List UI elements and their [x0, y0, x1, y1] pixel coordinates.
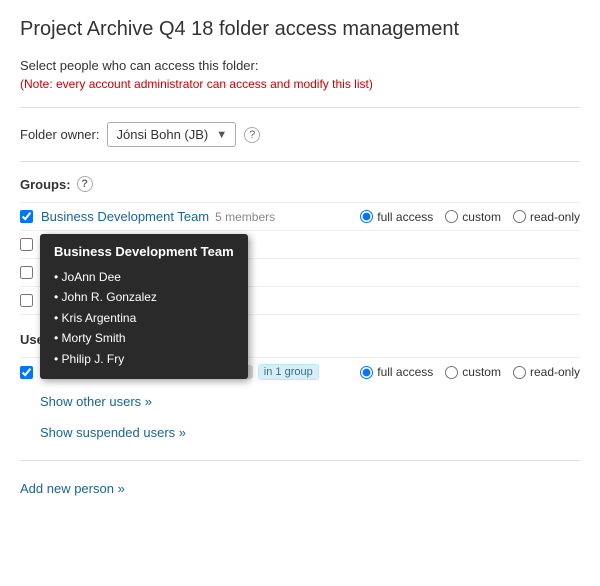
radio-readonly-business-development[interactable]: read-only	[513, 210, 580, 224]
group-member-count-business-development: 5 members	[215, 210, 275, 224]
folder-owner-value: Jónsi Bohn (JB)	[116, 127, 208, 142]
radio-readonly-aksel[interactable]: read-only	[513, 365, 580, 379]
folder-owner-select[interactable]: Jónsi Bohn (JB) ▼	[107, 122, 236, 147]
add-new-person-link[interactable]: Add new person »	[20, 481, 125, 496]
groups-label: Groups:	[20, 177, 71, 192]
group-checkbox-finance[interactable]	[20, 238, 33, 251]
group-checkbox-management[interactable]	[20, 294, 33, 307]
groups-help-icon[interactable]: ?	[77, 176, 93, 192]
tooltip-title: Business Development Team	[54, 244, 234, 259]
group-name-business-development[interactable]: Business Development Team	[41, 209, 209, 224]
tooltip-business-development: Business Development Team JoAnn Dee John…	[40, 234, 248, 379]
user-badge-group: in 1 group	[258, 364, 319, 380]
access-options-business-development: full access custom read-only	[360, 210, 580, 224]
description-text: Select people who can access this folder…	[20, 58, 580, 73]
tooltip-member-3: Kris Argentina	[54, 308, 234, 328]
dropdown-arrow-icon: ▼	[216, 129, 227, 141]
note-text: (Note: every account administrator can a…	[20, 77, 580, 91]
show-suspended-users-link[interactable]: Show suspended users »	[20, 417, 580, 448]
page-title: Project Archive Q4 18 folder access mana…	[20, 16, 580, 42]
radio-custom-aksel[interactable]: custom	[445, 365, 501, 379]
access-options-aksel: full access custom read-only	[360, 365, 580, 379]
show-other-users-link[interactable]: Show other users »	[20, 386, 580, 417]
folder-owner-label: Folder owner:	[20, 127, 99, 142]
groups-section-header: Groups: ?	[20, 176, 580, 192]
group-row-business-development: Business Development Team 5 members full…	[20, 202, 580, 230]
divider-1	[20, 107, 580, 108]
group-row-wrapper-business-development: Business Development Team 5 members full…	[20, 202, 580, 230]
tooltip-member-1: JoAnn Dee	[54, 267, 234, 287]
tooltip-member-2: John R. Gonzalez	[54, 287, 234, 307]
radio-full-access-business-development[interactable]: full access	[360, 210, 433, 224]
folder-owner-help-icon[interactable]: ?	[244, 127, 260, 143]
tooltip-member-list: JoAnn Dee John R. Gonzalez Kris Argentin…	[54, 267, 234, 369]
group-checkbox-human-resources[interactable]	[20, 266, 33, 279]
divider-3	[20, 460, 580, 461]
user-checkbox-aksel[interactable]	[20, 366, 33, 379]
group-checkbox-business-development[interactable]	[20, 210, 33, 223]
groups-list: Business Development Team 5 members full…	[20, 202, 580, 315]
radio-full-access-aksel[interactable]: full access	[360, 365, 433, 379]
radio-custom-business-development[interactable]: custom	[445, 210, 501, 224]
folder-owner-row: Folder owner: Jónsi Bohn (JB) ▼ ?	[20, 122, 580, 147]
tooltip-member-4: Morty Smith	[54, 328, 234, 348]
divider-2	[20, 161, 580, 162]
tooltip-member-5: Philip J. Fry	[54, 349, 234, 369]
